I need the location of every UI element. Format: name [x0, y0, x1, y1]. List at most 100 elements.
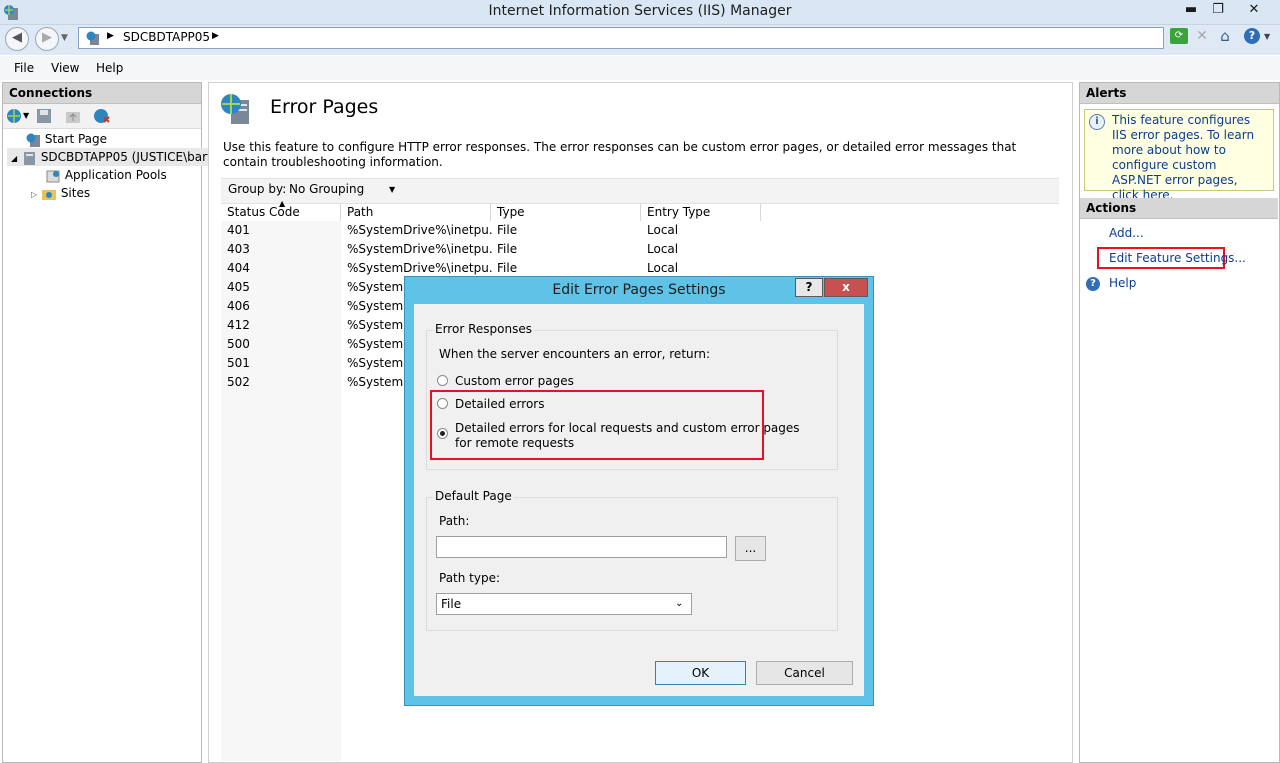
column-header-type[interactable]: Type — [491, 204, 641, 221]
path-type-value: File — [441, 597, 462, 611]
connect-globe-icon[interactable] — [6, 108, 22, 124]
tree-item-server[interactable]: ◢ SDCBDTAPP05 (JUSTICE\bartl — [7, 148, 216, 166]
column-label-entry: Entry Type — [647, 205, 711, 219]
refresh-icon[interactable]: ⟳ — [1170, 28, 1188, 44]
default-page-title: Default Page — [433, 489, 514, 503]
cell-entry: Local — [647, 223, 679, 237]
path-label: Path: — [439, 514, 470, 528]
cell-status: 412 — [227, 318, 250, 332]
cell-status: 401 — [227, 223, 250, 237]
column-label-path: Path — [347, 205, 374, 219]
tree-label-start-page: Start Page — [44, 132, 108, 146]
tree-item-app-pools[interactable]: Application Pools — [7, 166, 215, 184]
column-label-type: Type — [497, 205, 525, 219]
tree-label-sites: Sites — [60, 186, 91, 200]
up-folder-icon[interactable] — [65, 108, 81, 124]
help-icon[interactable]: ? — [1244, 28, 1260, 44]
collapse-server-icon[interactable]: ◢ — [11, 154, 17, 163]
action-edit-feature-settings[interactable]: Edit Feature Settings... — [1109, 251, 1246, 265]
path-type-label: Path type: — [439, 571, 501, 585]
restore-button[interactable]: ❐ — [1203, 0, 1233, 20]
path-input[interactable] — [436, 536, 727, 558]
alert-message[interactable]: This feature configures IIS error pages.… — [1112, 113, 1266, 203]
cancel-button[interactable]: Cancel — [756, 661, 853, 685]
feature-description: Use this feature to configure HTTP error… — [223, 140, 1017, 169]
column-header-path[interactable]: Path — [341, 204, 491, 221]
cell-type: File — [497, 223, 518, 237]
connections-panel: Connections ▼ Start Page ◢ SDCBDTAPP05 (… — [2, 82, 216, 763]
disconnect-icon[interactable] — [93, 108, 111, 124]
menu-view[interactable]: View — [51, 61, 79, 75]
menu-bar — [0, 56, 1280, 80]
edit-error-pages-dialog: Edit Error Pages Settings ? x Error Resp… — [404, 276, 874, 706]
table-row[interactable]: 403 %SystemDrive%\inetpu... File Local — [221, 240, 1059, 259]
custom-error-pages-radio[interactable] — [437, 375, 448, 386]
dialog-body: Error Responses When the server encounte… — [414, 304, 864, 696]
help-dropdown-icon[interactable]: ▼ — [1264, 32, 1270, 41]
breadcrumb-expand-icon[interactable]: ▶ — [212, 31, 219, 41]
app-pools-icon — [46, 170, 60, 182]
column-label-status: Status Code — [227, 205, 300, 219]
cell-status: 502 — [227, 375, 250, 389]
table-row[interactable]: 401 %SystemDrive%\inetpu... File Local — [221, 221, 1059, 240]
action-help[interactable]: Help — [1109, 276, 1136, 290]
action-add[interactable]: Add... — [1109, 226, 1144, 240]
server-icon — [86, 31, 99, 45]
alert-box[interactable]: i This feature configures IIS error page… — [1084, 109, 1274, 202]
cell-status: 500 — [227, 337, 250, 351]
dialog-help-button[interactable]: ? — [795, 278, 823, 297]
title-bar: Internet Information Services (IIS) Mana… — [0, 0, 1280, 25]
breadcrumb-server[interactable]: SDCBDTAPP05 — [123, 30, 210, 44]
cell-status: 404 — [227, 261, 250, 275]
action-help-icon: ? — [1086, 277, 1100, 291]
group-by-select[interactable]: No Grouping ▼ — [284, 180, 400, 199]
tree-item-start-page[interactable]: Start Page — [7, 130, 215, 148]
cell-status: 405 — [227, 280, 250, 294]
sort-ascending-icon: ▲ — [279, 199, 286, 208]
connections-toolbar: ▼ — [3, 104, 201, 129]
actions-panel: Alerts i This feature configures IIS err… — [1079, 82, 1280, 763]
minimize-button[interactable]: ▬ — [1176, 0, 1206, 20]
browse-button[interactable]: ... — [735, 536, 766, 561]
options-highlight-box — [430, 390, 764, 460]
tree-item-sites[interactable]: ▷ Sites — [7, 184, 215, 202]
close-window-button[interactable]: ✕ — [1239, 0, 1269, 20]
save-icon[interactable] — [36, 108, 52, 124]
group-by-value: No Grouping — [289, 182, 365, 196]
cell-path: %SystemDrive%\inetpu... — [347, 223, 492, 237]
breadcrumb-separator-icon: ▶ — [107, 31, 114, 41]
server-node-icon — [23, 151, 35, 165]
stop-icon[interactable]: ✕ — [1194, 28, 1210, 44]
path-type-select[interactable]: File ⌄ — [436, 593, 692, 615]
connect-dropdown-icon[interactable]: ▼ — [23, 111, 29, 120]
address-bar[interactable]: ▶ SDCBDTAPP05 ▶ — [78, 27, 1164, 49]
alerts-title: Alerts — [1080, 83, 1279, 104]
error-responses-title: Error Responses — [433, 322, 534, 336]
ok-button[interactable]: OK — [655, 661, 746, 685]
back-button[interactable]: ◀ — [5, 27, 29, 51]
info-icon: i — [1089, 114, 1105, 130]
tree-label-server: SDCBDTAPP05 (JUSTICE\bartl — [40, 150, 216, 164]
error-prompt: When the server encounters an error, ret… — [439, 347, 710, 361]
path-type-dropdown-icon: ⌄ — [675, 598, 684, 609]
history-dropdown-icon[interactable]: ▼ — [61, 33, 68, 43]
dialog-close-button[interactable]: x — [824, 278, 868, 297]
home-icon[interactable]: ⌂ — [1216, 28, 1234, 44]
window-title: Internet Information Services (IIS) Mana… — [488, 3, 792, 19]
expand-sites-icon[interactable]: ▷ — [31, 190, 37, 199]
column-header-entry-type[interactable]: Entry Type — [641, 204, 761, 221]
forward-button[interactable]: ▶ — [35, 27, 59, 51]
cell-entry: Local — [647, 242, 679, 256]
cell-type: File — [497, 242, 518, 256]
menu-file[interactable]: File — [14, 61, 34, 75]
connections-title: Connections — [3, 83, 201, 104]
cell-status: 403 — [227, 242, 250, 256]
cell-status: 406 — [227, 299, 250, 313]
feature-title: Error Pages — [270, 96, 379, 118]
menu-help[interactable]: Help — [96, 61, 123, 75]
cell-status: 501 — [227, 356, 250, 370]
error-pages-icon — [221, 94, 249, 124]
tree-label-app-pools: Application Pools — [64, 168, 167, 182]
custom-error-pages-label[interactable]: Custom error pages — [455, 374, 574, 388]
start-page-icon — [26, 133, 40, 147]
